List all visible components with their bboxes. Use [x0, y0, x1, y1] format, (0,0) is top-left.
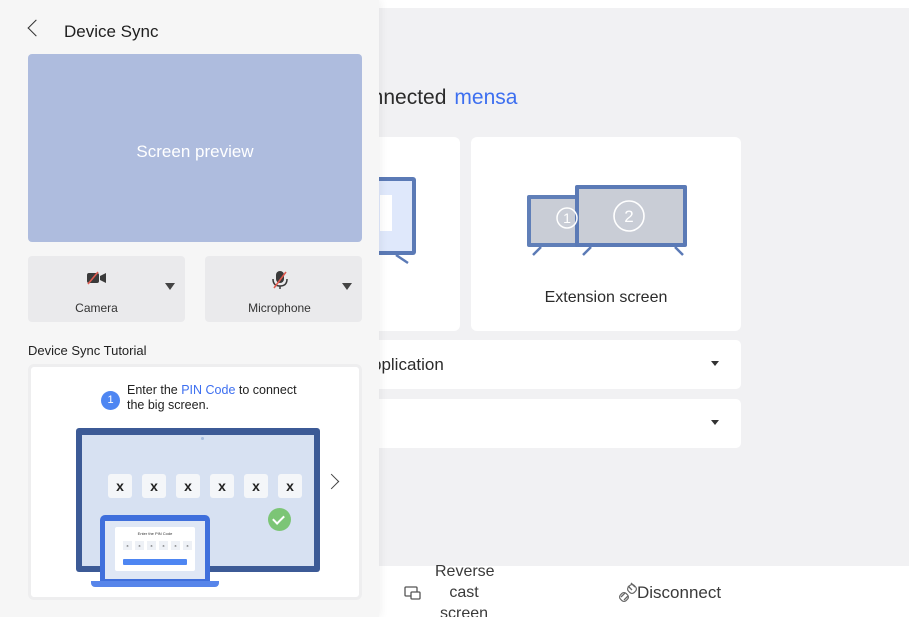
panel-title: Device Sync: [64, 22, 159, 41]
panel-header: Device Sync: [0, 0, 379, 52]
extension-screen-label: Extension screen: [544, 289, 668, 306]
microphone-off-icon: [271, 271, 288, 289]
screen-number-2: 2: [624, 207, 633, 226]
tutorial-title: Device Sync Tutorial: [28, 343, 147, 358]
chevron-right-icon[interactable]: [323, 473, 340, 490]
application-select-value: pplication: [372, 355, 444, 374]
mini-pin-dialog: Enter the PIN Code x x x x x x: [115, 527, 195, 571]
screen-number-1: 1: [563, 210, 571, 226]
camera-off-icon: [86, 271, 106, 285]
device-sync-panel: Device Sync Screen preview Camera Microp…: [0, 0, 379, 617]
screen-preview-text: Screen preview: [136, 142, 254, 161]
reverse-cast-label: Reverse cast screen: [435, 563, 495, 617]
camera-dropdown-icon[interactable]: [165, 283, 175, 290]
laptop-base: [91, 581, 219, 587]
microphone-label: Microphone: [248, 301, 311, 315]
camera-button[interactable]: Camera: [28, 256, 185, 322]
pin-box: x: [176, 474, 200, 498]
microphone-button[interactable]: Microphone: [205, 256, 362, 322]
screen-preview: Screen preview: [28, 54, 362, 242]
pin-box: x: [244, 474, 268, 498]
pin-code-highlight: PIN Code: [181, 383, 236, 397]
pin-box: x: [210, 474, 234, 498]
step-number-badge: 1: [101, 391, 120, 410]
extension-screen-card[interactable]: 1 2 Extension screen: [471, 137, 741, 331]
back-chevron-icon[interactable]: [27, 19, 45, 37]
disconnect-label: Disconnect: [637, 583, 722, 602]
connection-status: onnected mensa: [360, 86, 517, 110]
pin-boxes: x x x x x x: [108, 474, 302, 498]
caret-down-icon: [711, 361, 719, 366]
microphone-dropdown-icon[interactable]: [342, 283, 352, 290]
extension-screens-icon: 1 2: [527, 185, 687, 256]
tutorial-card: 1 Enter the PIN Code to connect the big …: [28, 364, 362, 600]
broken-link-icon: [618, 582, 638, 603]
bottom-action-bar: Reverse cast screen Disconnect: [300, 563, 909, 617]
pin-box: x: [142, 474, 166, 498]
reverse-cast-icon: [404, 586, 421, 600]
caret-down-icon: [711, 420, 719, 425]
pin-box: x: [108, 474, 132, 498]
step-instruction: Enter the PIN Code to connect the big sc…: [127, 383, 297, 412]
laptop-illustration: Enter the PIN Code x x x x x x: [100, 515, 210, 584]
camera-label: Camera: [75, 301, 118, 315]
check-success-icon: [268, 508, 291, 531]
connected-device-name: mensa: [454, 86, 518, 109]
pin-box: x: [278, 474, 302, 498]
